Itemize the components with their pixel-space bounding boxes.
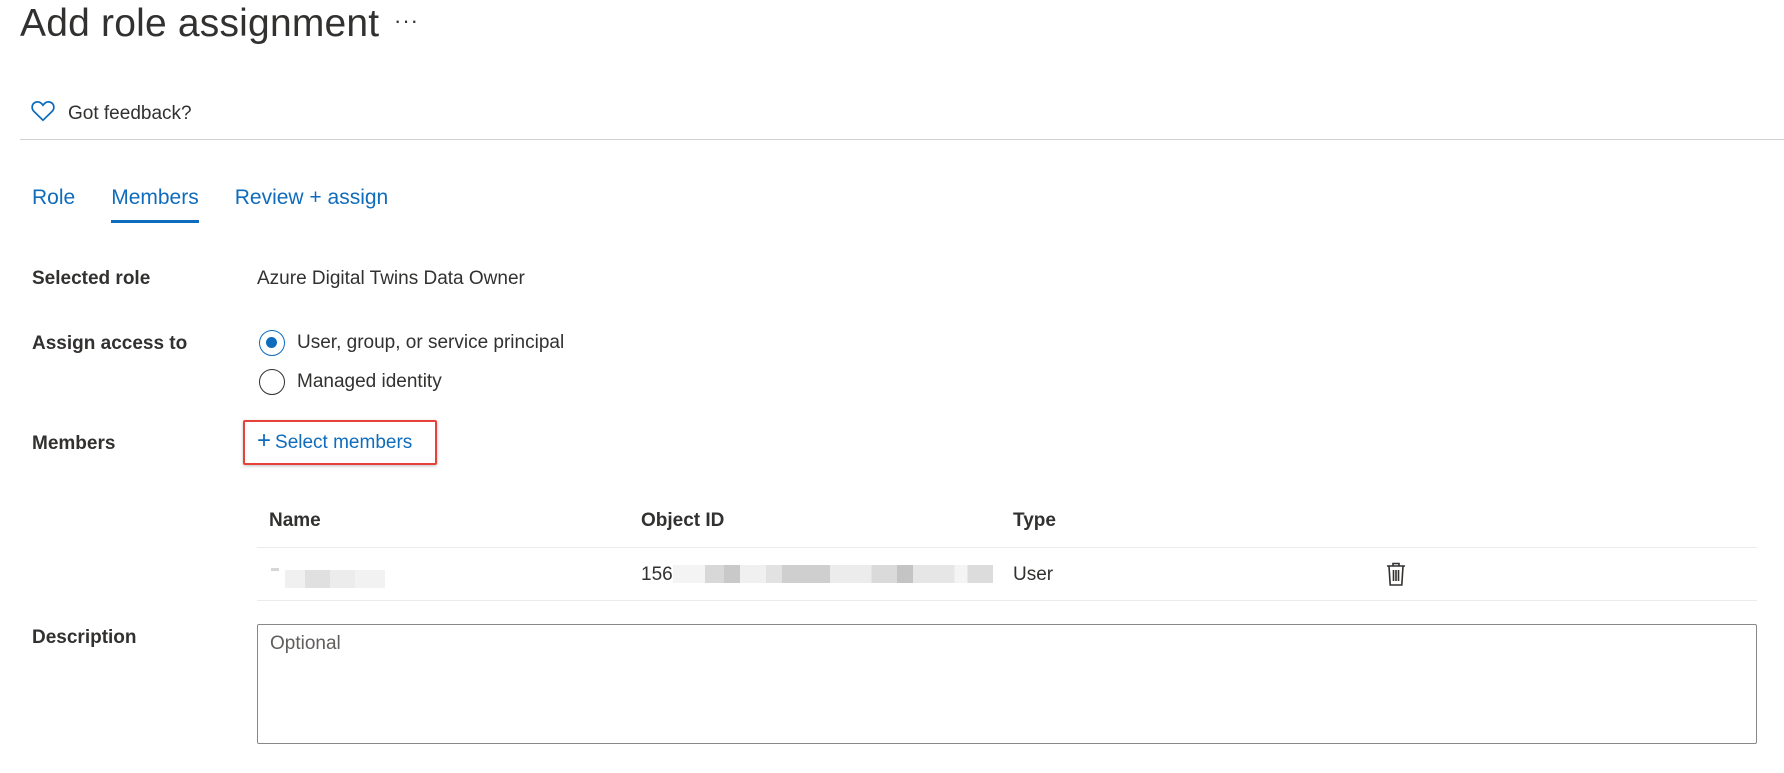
redacted-name-block — [271, 568, 279, 571]
member-object-id: 156 — [641, 564, 673, 585]
tab-members[interactable]: Members — [111, 186, 199, 223]
select-members-label: Select members — [275, 431, 413, 453]
selected-role-value: Azure Digital Twins Data Owner — [257, 268, 525, 289]
redacted-name-block — [285, 570, 385, 588]
column-header-name: Name — [269, 510, 321, 531]
tab-bar: Role Members Review + assign — [32, 186, 424, 223]
radio-unchecked-icon — [259, 369, 285, 395]
feedback-label: Got feedback? — [68, 102, 192, 124]
header-row-divider — [257, 547, 1757, 548]
assign-access-label: Assign access to — [32, 333, 188, 354]
description-textarea[interactable] — [257, 624, 1757, 744]
radio-label: User, group, or service principal — [297, 332, 565, 353]
radio-managed-identity[interactable]: Managed identity — [259, 369, 442, 395]
tab-role[interactable]: Role — [32, 186, 75, 223]
radio-checked-icon — [259, 330, 285, 356]
radio-user-group-sp[interactable]: User, group, or service principal — [259, 330, 564, 356]
description-label: Description — [32, 627, 137, 648]
column-header-type: Type — [1013, 510, 1056, 531]
plus-icon: + — [257, 426, 272, 454]
tab-review-assign[interactable]: Review + assign — [235, 186, 389, 223]
row-divider — [257, 600, 1757, 601]
heart-icon — [30, 98, 56, 129]
redacted-object-id-block — [673, 565, 993, 583]
trash-icon[interactable] — [1384, 561, 1408, 587]
select-members-button[interactable]: + Select members — [243, 420, 437, 465]
page-title: Add role assignment — [20, 2, 380, 45]
header-divider — [20, 139, 1784, 140]
members-label: Members — [32, 433, 116, 454]
feedback-link[interactable]: Got feedback? — [30, 98, 192, 129]
column-header-object-id: Object ID — [641, 510, 725, 531]
radio-label: Managed identity — [297, 371, 442, 392]
member-type: User — [1013, 564, 1054, 585]
selected-role-label: Selected role — [32, 268, 151, 289]
more-options-button[interactable]: ··· — [394, 8, 419, 34]
